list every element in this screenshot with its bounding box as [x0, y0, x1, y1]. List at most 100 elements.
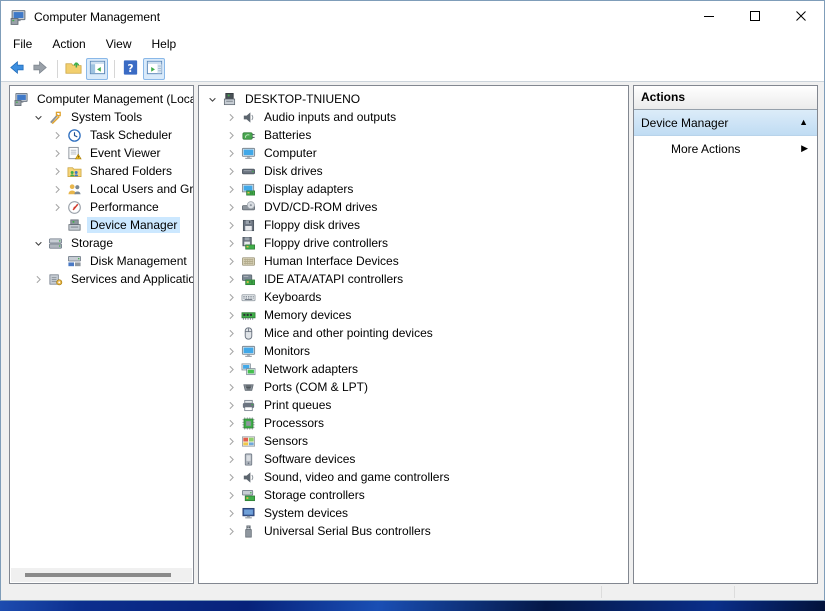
menu-item-view[interactable]: View [96, 34, 142, 55]
tree-item-floppy-disk-drives[interactable]: Floppy disk drives [199, 216, 628, 234]
chevron-down-icon[interactable] [31, 236, 46, 251]
tree-item-universal-serial-bus-controllers[interactable]: Universal Serial Bus controllers [199, 522, 628, 540]
chevron-right-icon[interactable] [224, 506, 239, 521]
tree-item-shared-folders[interactable]: Shared Folders [10, 162, 193, 180]
chevron-right-icon[interactable] [224, 416, 239, 431]
chevron-right-icon[interactable] [224, 362, 239, 377]
tree-item-computer[interactable]: Computer [199, 144, 628, 162]
chevron-right-icon[interactable] [224, 164, 239, 179]
chevron-right-icon[interactable] [224, 218, 239, 233]
chevron-right-icon[interactable] [31, 272, 46, 287]
chevron-right-icon[interactable] [224, 488, 239, 503]
tree-item-human-interface-devices[interactable]: Human Interface Devices [199, 252, 628, 270]
tree-item-floppy-drive-controllers[interactable]: Floppy drive controllers [199, 234, 628, 252]
tree-item-label: Batteries [261, 127, 314, 143]
actions-group-device-manager[interactable]: Device Manager ▲ [634, 110, 817, 136]
title-bar[interactable]: Computer Management [1, 1, 824, 33]
close-button[interactable] [778, 1, 824, 33]
tree-item-mice-and-other-pointing-devices[interactable]: Mice and other pointing devices [199, 324, 628, 342]
tree-item-device-manager[interactable]: Device Manager [10, 216, 193, 234]
tree-item-software-devices[interactable]: Software devices [199, 450, 628, 468]
tree-item-computer-management-local[interactable]: Computer Management (Local [10, 90, 193, 108]
menu-item-action[interactable]: Action [42, 34, 95, 55]
tree-item-sensors[interactable]: Sensors [199, 432, 628, 450]
minimize-button[interactable] [686, 1, 732, 33]
chevron-right-icon[interactable] [224, 146, 239, 161]
tree-item-storage[interactable]: Storage [10, 234, 193, 252]
tree-item-monitors[interactable]: Monitors [199, 342, 628, 360]
chevron-right-icon[interactable] [224, 182, 239, 197]
chevron-right-icon[interactable] [224, 200, 239, 215]
tree-item-network-adapters[interactable]: Network adapters [199, 360, 628, 378]
show-console-tree-button[interactable] [86, 58, 108, 80]
chevron-right-icon[interactable] [224, 254, 239, 269]
tree-item-keyboards[interactable]: Keyboards [199, 288, 628, 306]
tree-item-display-adapters[interactable]: Display adapters [199, 180, 628, 198]
tree-item-memory-devices[interactable]: Memory devices [199, 306, 628, 324]
chevron-right-icon[interactable] [224, 290, 239, 305]
tree-item-desktop-tniueno[interactable]: DESKTOP-TNIUENO [199, 90, 628, 108]
help-icon: ? [121, 58, 140, 80]
computer-monitor-icon [240, 343, 256, 359]
tree-item-dvd-cd-rom-drives[interactable]: DVD/CD-ROM drives [199, 198, 628, 216]
tree-item-event-viewer[interactable]: Event Viewer [10, 144, 193, 162]
chevron-right-icon[interactable] [224, 128, 239, 143]
tree-item-storage-controllers[interactable]: Storage controllers [199, 486, 628, 504]
chevron-right-icon[interactable] [50, 200, 65, 215]
chevron-right-icon[interactable] [224, 524, 239, 539]
chevron-right-icon[interactable] [224, 470, 239, 485]
menu-item-file[interactable]: File [3, 34, 42, 55]
collapse-icon[interactable]: ▲ [799, 118, 808, 127]
chevron-right-icon[interactable] [224, 344, 239, 359]
chevron-right-icon[interactable] [224, 326, 239, 341]
tree-item-system-tools[interactable]: System Tools [10, 108, 193, 126]
chevron-down-icon[interactable] [205, 92, 220, 107]
back-button[interactable] [5, 58, 27, 80]
chevron-right-icon[interactable] [50, 146, 65, 161]
tree-item-performance[interactable]: Performance [10, 198, 193, 216]
hid-device-icon [240, 253, 256, 269]
help-button[interactable]: ? [119, 58, 141, 80]
tree-item-disk-management[interactable]: Disk Management [10, 252, 193, 270]
chevron-right-icon[interactable] [224, 236, 239, 251]
chevron-right-icon[interactable] [224, 308, 239, 323]
forward-button[interactable] [29, 58, 51, 80]
tree-item-label: Audio inputs and outputs [261, 109, 399, 125]
chevron-right-icon[interactable] [224, 110, 239, 125]
chevron-right-icon[interactable] [224, 452, 239, 467]
tree-item-services-and-applications[interactable]: Services and Applications [10, 270, 193, 288]
more-actions-item[interactable]: More Actions ▶ [634, 136, 817, 161]
chevron-right-icon[interactable] [50, 182, 65, 197]
maximize-button[interactable] [732, 1, 778, 33]
tree-item-label: Universal Serial Bus controllers [261, 523, 434, 539]
maximize-icon [749, 10, 761, 25]
system-device-icon [240, 505, 256, 521]
tree-item-ide-ata-atapi-controllers[interactable]: IDE ATA/ATAPI controllers [199, 270, 628, 288]
chevron-right-icon[interactable] [224, 398, 239, 413]
tree-item-disk-drives[interactable]: Disk drives [199, 162, 628, 180]
chevron-right-icon[interactable] [224, 380, 239, 395]
scrollbar-thumb[interactable] [25, 573, 171, 577]
chevron-placeholder [50, 254, 65, 269]
tree-item-ports-com-lpt[interactable]: Ports (COM & LPT) [199, 378, 628, 396]
show-action-pane-button[interactable] [143, 58, 165, 80]
tree-item-batteries[interactable]: Batteries [199, 126, 628, 144]
horizontal-scrollbar[interactable] [11, 568, 192, 582]
chevron-right-icon[interactable] [50, 128, 65, 143]
tree-item-label: System devices [261, 505, 351, 521]
menu-item-help[interactable]: Help [142, 34, 187, 55]
tree-item-print-queues[interactable]: Print queues [199, 396, 628, 414]
up-one-level-button[interactable] [62, 58, 84, 80]
tree-item-processors[interactable]: Processors [199, 414, 628, 432]
chevron-right-icon[interactable] [50, 164, 65, 179]
chevron-down-icon[interactable] [31, 110, 46, 125]
tree-item-audio-inputs-and-outputs[interactable]: Audio inputs and outputs [199, 108, 628, 126]
tree-item-system-devices[interactable]: System devices [199, 504, 628, 522]
chevron-right-icon[interactable] [224, 434, 239, 449]
chevron-right-icon[interactable] [224, 272, 239, 287]
tree-item-task-scheduler[interactable]: Task Scheduler [10, 126, 193, 144]
console-tree-pane: Computer Management (LocalSystem ToolsTa… [9, 85, 194, 584]
tree-item-local-users-and-groups[interactable]: Local Users and Groups [10, 180, 193, 198]
serial-port-icon [240, 379, 256, 395]
tree-item-sound-video-and-game-controllers[interactable]: Sound, video and game controllers [199, 468, 628, 486]
